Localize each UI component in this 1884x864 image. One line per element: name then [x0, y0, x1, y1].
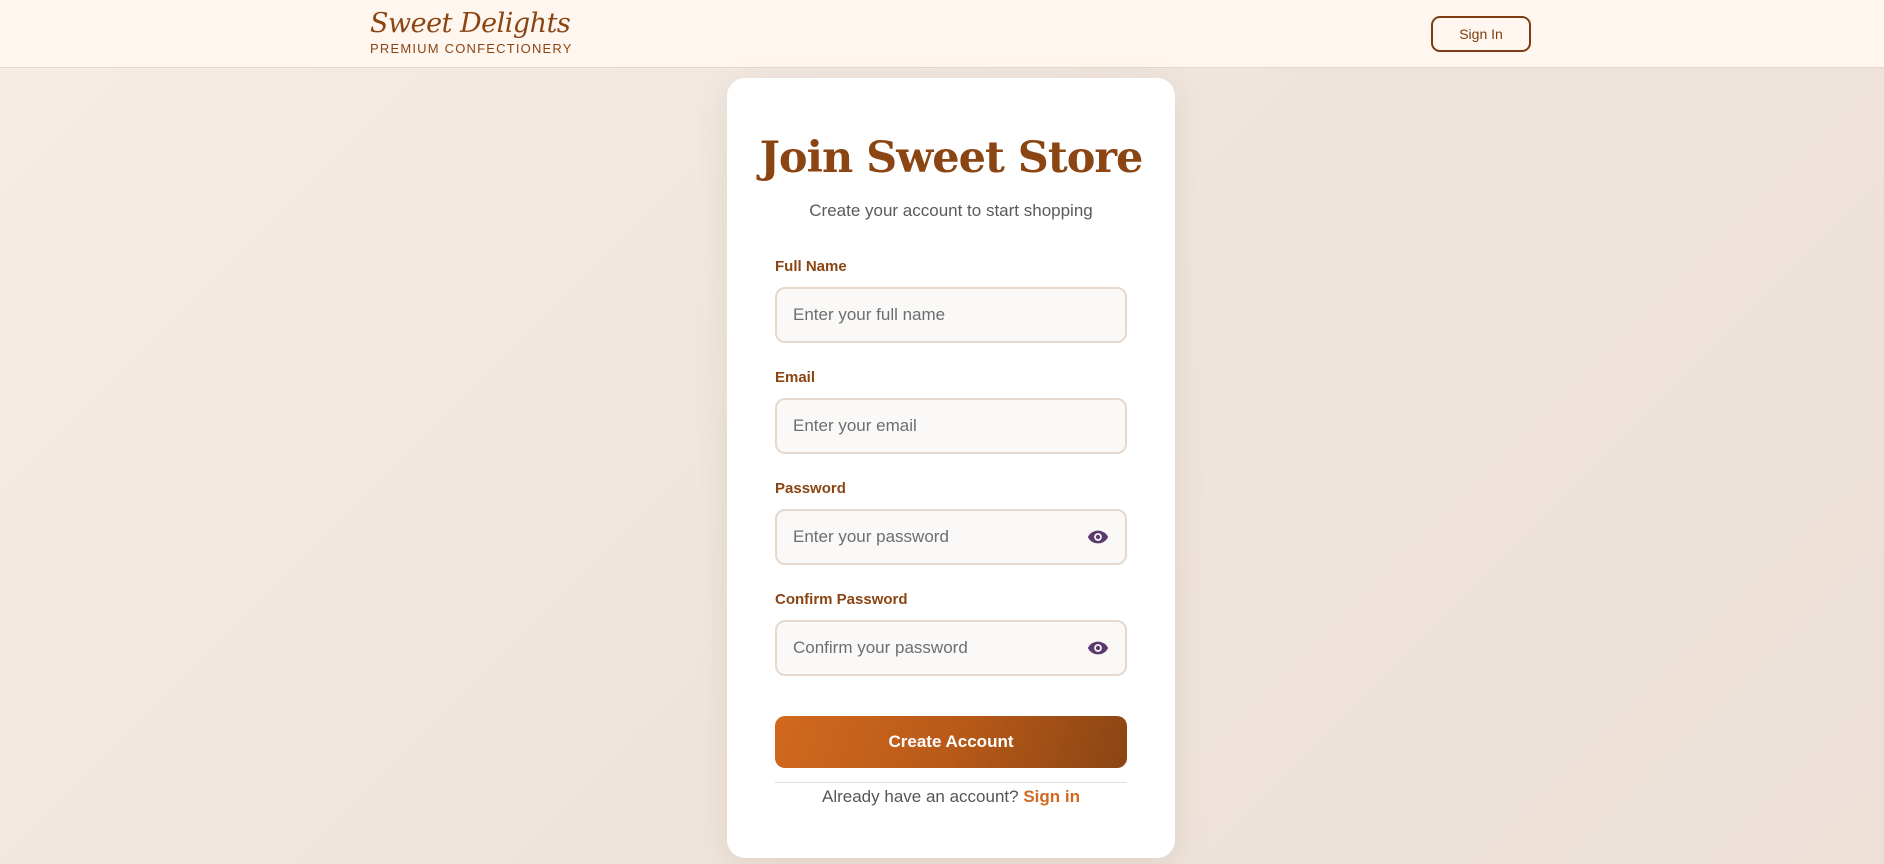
divider [775, 782, 1127, 783]
eye-icon[interactable] [1087, 529, 1109, 545]
signin-link[interactable]: Sign in [1023, 787, 1080, 806]
confirm-password-input[interactable] [775, 620, 1127, 676]
signup-card: Join Sweet Store Create your account to … [727, 78, 1175, 858]
brand-name: Sweet Delights [370, 8, 571, 39]
signin-prompt-text: Already have an account? [822, 787, 1019, 806]
form-title: Join Sweet Store [759, 133, 1144, 183]
form-subtitle: Create your account to start shopping [809, 201, 1093, 220]
email-label: Email [775, 369, 816, 386]
signin-prompt: Already have an account? Sign in [727, 786, 1175, 808]
password-input[interactable] [775, 509, 1127, 565]
eye-icon[interactable] [1087, 640, 1109, 656]
password-label: Password [775, 480, 846, 497]
email-input[interactable] [775, 398, 1127, 454]
brand-logo[interactable]: Sweet Delights PREMIUM CONFECTIONERY [370, 8, 573, 56]
top-header: Sweet Delights PREMIUM CONFECTIONERY Sig… [0, 0, 1884, 68]
full-name-label: Full Name [775, 258, 847, 275]
header-sign-in-button[interactable]: Sign In [1431, 16, 1531, 52]
full-name-input[interactable] [775, 287, 1127, 343]
confirm-password-label: Confirm Password [775, 591, 908, 608]
brand-tagline: PREMIUM CONFECTIONERY [370, 41, 573, 56]
create-account-button[interactable]: Create Account [775, 716, 1127, 768]
